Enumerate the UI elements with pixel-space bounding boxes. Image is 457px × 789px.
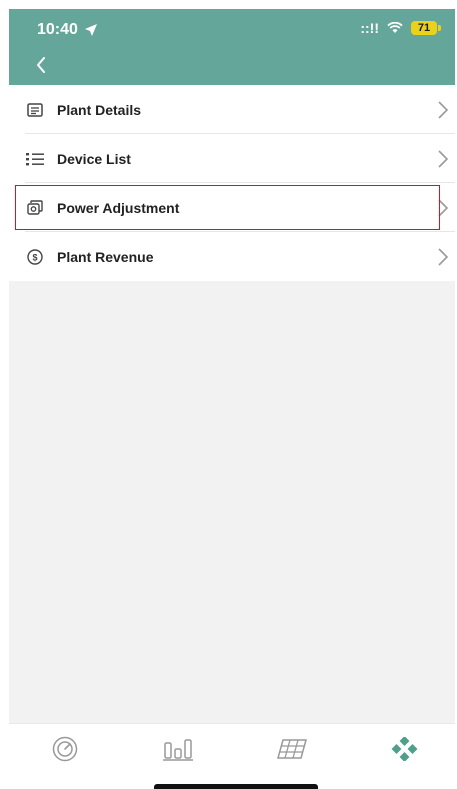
status-bar-right: ::!! 71: [360, 20, 441, 36]
more-grid-icon: [391, 737, 418, 761]
gauge-icon: [52, 736, 78, 762]
chevron-right-icon: [438, 199, 449, 217]
bottom-tab-bar: [9, 723, 455, 789]
tab-overview[interactable]: [45, 734, 85, 764]
clock-text: 10:40: [37, 21, 78, 38]
solar-panel-icon: [277, 739, 307, 759]
status-bar-time: 10:40: [37, 21, 98, 39]
menu-item-device-list[interactable]: Device List: [9, 134, 455, 183]
menu-item-plant-revenue[interactable]: $ Plant Revenue: [9, 232, 455, 281]
menu-item-label: Plant Details: [57, 101, 142, 118]
battery-indicator: 71: [411, 21, 441, 35]
home-indicator: [154, 784, 318, 789]
app-screen: 10:40 ::!! 71 Plant Details Device List …: [9, 9, 455, 789]
bar-chart-icon: [163, 739, 193, 761]
header-bar: 10:40 ::!! 71: [9, 9, 455, 85]
menu-item-plant-details[interactable]: Plant Details: [9, 85, 455, 134]
menu-item-power-adjustment[interactable]: Power Adjustment: [9, 183, 455, 232]
svg-text:$: $: [32, 252, 37, 262]
menu-item-label: Device List: [57, 150, 131, 167]
back-button[interactable]: [29, 53, 53, 77]
list-icon: [25, 149, 45, 169]
wifi-icon: [387, 22, 403, 33]
tab-statistics[interactable]: [158, 734, 198, 764]
chevron-right-icon: [438, 150, 449, 168]
tab-devices[interactable]: [272, 734, 312, 764]
power-adjustment-icon: [25, 198, 45, 218]
location-arrow-icon: [84, 24, 97, 36]
chevron-right-icon: [438, 101, 449, 119]
chevron-right-icon: [438, 248, 449, 266]
signal-icon: ::!!: [360, 20, 379, 36]
plant-menu-list: Plant Details Device List Power Adjustme…: [9, 85, 455, 281]
dollar-icon: $: [25, 247, 45, 267]
menu-item-label: Plant Revenue: [57, 248, 154, 265]
chevron-left-icon: [37, 57, 45, 73]
menu-item-label: Power Adjustment: [57, 199, 180, 216]
tab-more[interactable]: [385, 734, 425, 764]
plant-details-icon: [25, 100, 45, 120]
